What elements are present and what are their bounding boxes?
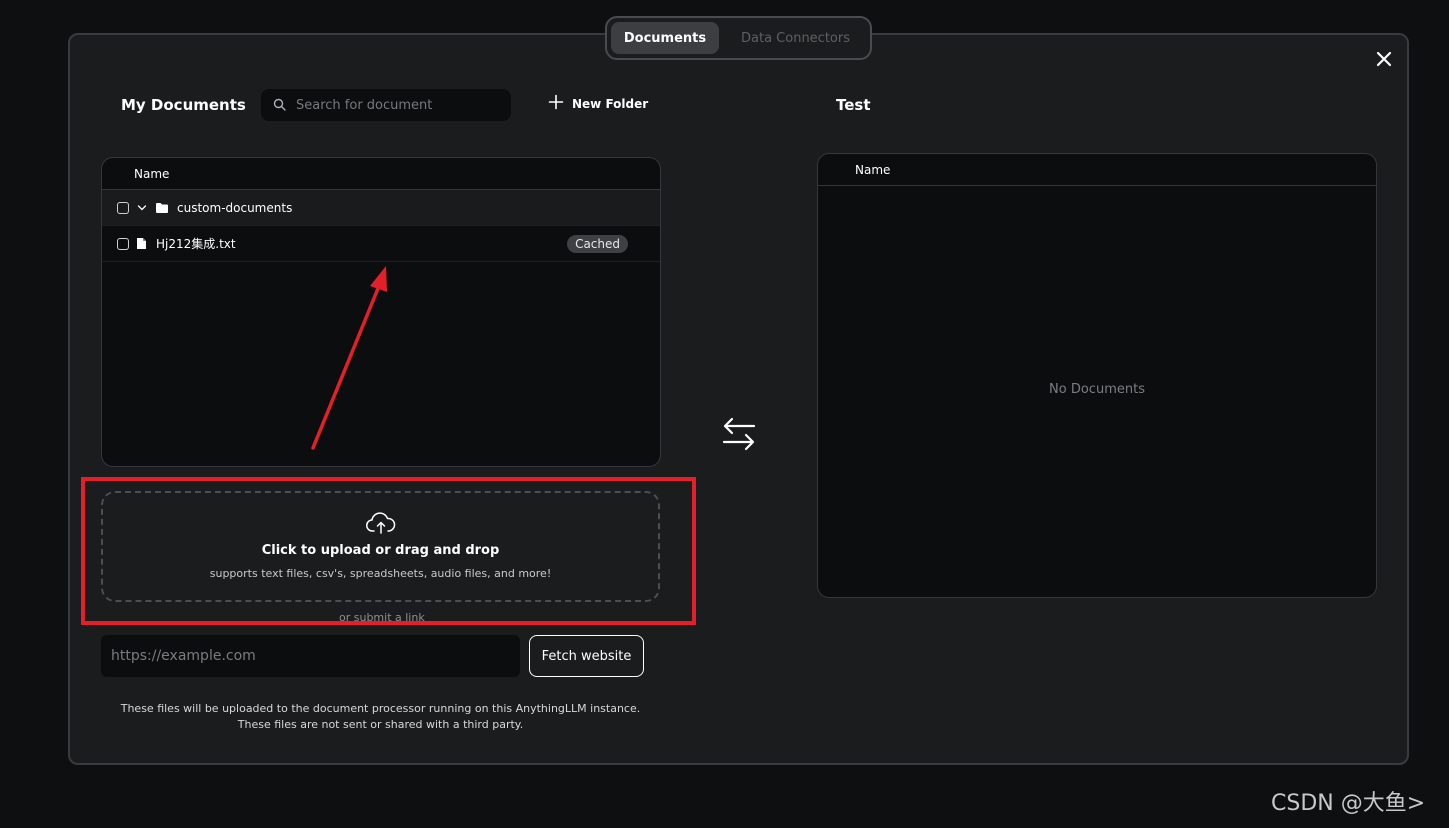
upload-disclaimer: These files will be uploaded to the docu… xyxy=(101,701,660,733)
my-documents-title: My Documents xyxy=(121,96,246,114)
chevron-down-icon[interactable] xyxy=(136,202,148,214)
tab-bar: Documents Data Connectors xyxy=(605,16,872,60)
table-header: Name xyxy=(818,154,1376,186)
workspace-title: Test xyxy=(836,96,871,114)
file-name: Hj212集成.txt xyxy=(156,237,236,251)
search-box[interactable] xyxy=(261,89,511,121)
upload-title: Click to upload or drag and drop xyxy=(261,543,500,558)
close-icon[interactable] xyxy=(1373,48,1395,70)
disclaimer-line-1: These files will be uploaded to the docu… xyxy=(120,702,641,715)
file-row[interactable]: Hj212集成.txt Cached xyxy=(102,226,660,262)
no-documents-text: No Documents xyxy=(1049,382,1145,397)
plus-icon xyxy=(548,94,564,113)
upload-subtitle: supports text files, csv's, spreadsheets… xyxy=(209,567,552,580)
cached-badge: Cached xyxy=(567,235,628,253)
search-input[interactable] xyxy=(294,96,498,114)
workspace-documents-table: Name No Documents xyxy=(817,153,1377,598)
my-documents-table: Name custom-documents Hj212集成.txt Cached xyxy=(101,157,661,467)
cloud-upload-icon xyxy=(365,511,397,535)
file-checkbox[interactable] xyxy=(117,237,129,250)
fetch-website-button[interactable]: Fetch website xyxy=(529,635,644,677)
tab-documents[interactable]: Documents xyxy=(611,22,719,54)
table-header: Name xyxy=(102,158,660,190)
tab-data-connectors[interactable]: Data Connectors xyxy=(725,22,866,54)
name-column-header: Name xyxy=(855,162,891,177)
folder-name: custom-documents xyxy=(177,200,293,215)
new-folder-label: New Folder xyxy=(572,96,649,111)
folder-icon xyxy=(155,202,169,214)
disclaimer-line-2: These files are not sent or shared with … xyxy=(237,718,524,731)
upload-dropzone[interactable]: Click to upload or drag and drop support… xyxy=(101,491,660,602)
name-column-header: Name xyxy=(134,166,170,181)
file-icon xyxy=(136,237,147,250)
or-submit-link-text: or submit a link xyxy=(339,611,425,622)
search-icon xyxy=(273,96,286,115)
folder-checkbox[interactable] xyxy=(117,201,129,214)
watermark-text: CSDN @大鱼> xyxy=(1271,791,1426,816)
swap-arrows-icon[interactable] xyxy=(722,417,756,455)
url-input[interactable] xyxy=(101,635,520,677)
folder-row[interactable]: custom-documents xyxy=(102,190,660,226)
new-folder-button[interactable]: New Folder xyxy=(548,94,648,113)
